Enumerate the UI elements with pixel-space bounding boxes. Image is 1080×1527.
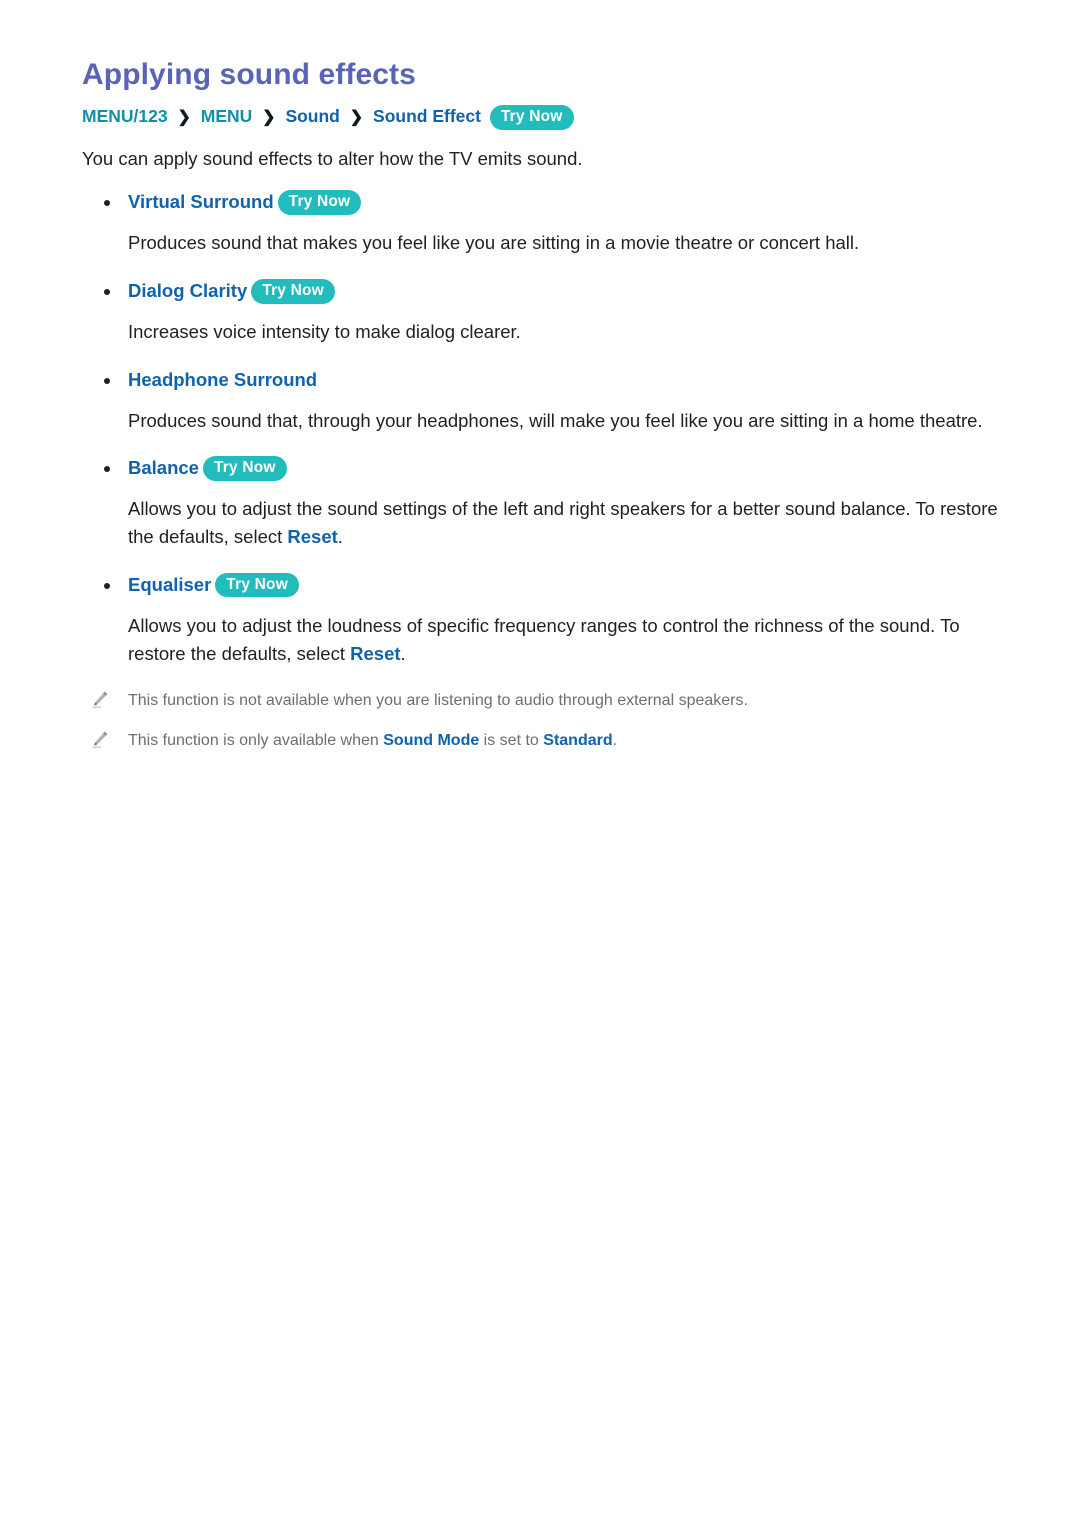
feature-label: Dialog Clarity (128, 280, 248, 302)
intro-paragraph: You can apply sound effects to alter how… (82, 147, 583, 169)
feature-description-text: Produces sound that, through your headph… (128, 409, 983, 431)
chevron-right-icon: ❯ (177, 109, 191, 126)
breadcrumb: MENU/123 ❯ MENU ❯ Sound ❯ Sound Effect T… (82, 105, 1002, 130)
feature-label: Equaliser (128, 573, 212, 595)
keyword-reset: Reset (287, 526, 338, 548)
try-now-badge[interactable]: Try Now (489, 105, 574, 130)
breadcrumb-item-sound[interactable]: Sound (285, 106, 339, 126)
list-item: Headphone Surround Produces sound that, … (82, 368, 1002, 435)
feature-list: Virtual Surround Try Now Produces sound t… (82, 190, 1002, 667)
footnote-text-tail: . (612, 732, 618, 750)
feature-description: Produces sound that makes you feel like … (82, 229, 1002, 257)
document-page: Applying sound effects MENU/123 ❯ MENU ❯… (0, 0, 1080, 1527)
list-item: Equaliser Try Now Allows you to adjust th… (82, 572, 1002, 668)
bullet-icon (104, 200, 110, 207)
page-title: Applying sound effects (82, 58, 416, 91)
breadcrumb-item-menu[interactable]: MENU (201, 106, 253, 126)
pencil-icon (90, 730, 110, 750)
footnote-text: This function is only available when (128, 732, 384, 750)
feature-heading-equaliser: Equaliser Try Now (82, 572, 1002, 598)
chevron-right-icon: ❯ (262, 109, 276, 126)
footnote: This function is not available when you … (82, 689, 1002, 713)
chevron-right-icon: ❯ (349, 109, 364, 126)
footnote: This function is only available when Sou… (82, 729, 1002, 753)
footnote-text: This function is not available when you … (128, 692, 748, 710)
feature-description-text: Allows you to adjust the loudness of spe… (128, 614, 960, 664)
feature-description: Allows you to adjust the sound settings … (82, 495, 1002, 551)
feature-label: Virtual Surround (128, 191, 274, 213)
feature-description-text: Increases voice intensity to make dialog… (128, 321, 521, 342)
try-now-badge[interactable]: Try Now (277, 190, 362, 215)
pencil-icon (90, 690, 110, 710)
feature-label: Balance (128, 457, 199, 479)
breadcrumb-item-menu123[interactable]: MENU/123 (82, 106, 168, 126)
feature-description-text-tail: . (337, 526, 343, 548)
try-now-badge[interactable]: Try Now (251, 279, 335, 304)
keyword-standard: Standard (543, 732, 613, 750)
try-now-badge[interactable]: Try Now (202, 456, 287, 481)
bullet-icon (104, 466, 110, 473)
feature-heading-dialog-clarity: Dialog Clarity Try Now (82, 279, 1002, 304)
feature-label: Headphone Surround (128, 368, 318, 390)
feature-heading-headphone-surround: Headphone Surround (82, 368, 1002, 393)
feature-description-text: Allows you to adjust the sound settings … (128, 498, 998, 548)
feature-description-text-tail: . (400, 642, 406, 664)
bullet-icon (104, 582, 110, 589)
footnote-text-mid: is set to (479, 732, 544, 750)
feature-description: Produces sound that, through your headph… (82, 407, 1002, 435)
bullet-icon (104, 289, 110, 296)
list-item: Dialog Clarity Try Now Increases voice in… (82, 279, 1002, 346)
footnotes: This function is not available when you … (82, 689, 1002, 753)
feature-heading-virtual-surround: Virtual Surround Try Now (82, 190, 1002, 215)
feature-description: Allows you to adjust the loudness of spe… (82, 612, 1002, 668)
keyword-reset: Reset (350, 642, 401, 664)
list-item: Virtual Surround Try Now Produces sound t… (82, 190, 1002, 257)
keyword-sound-mode: Sound Mode (383, 732, 480, 750)
feature-description-text: Produces sound that makes you feel like … (128, 232, 860, 254)
try-now-badge[interactable]: Try Now (215, 572, 299, 598)
breadcrumb-item-sound-effect[interactable]: Sound Effect (373, 106, 481, 126)
list-item: Balance Try Now Allows you to adjust the … (82, 456, 1002, 550)
bullet-icon (104, 377, 110, 384)
feature-description: Increases voice intensity to make dialog… (82, 318, 1002, 346)
feature-heading-balance: Balance Try Now (82, 456, 1002, 481)
